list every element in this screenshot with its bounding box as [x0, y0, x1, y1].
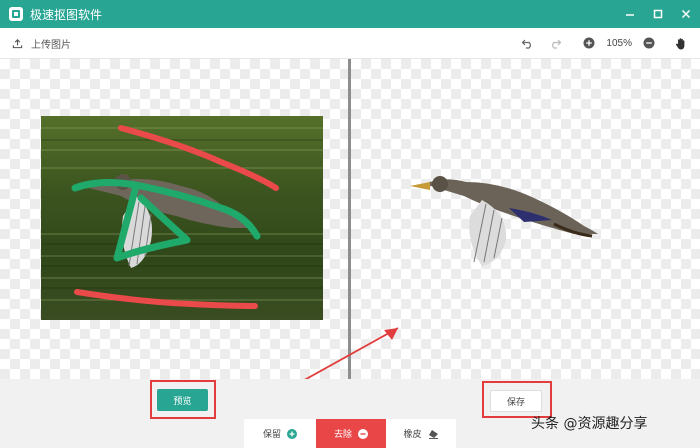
mode-eraser-label: 橡皮: [403, 429, 422, 439]
watermark: 头条 @资源趣分享: [531, 416, 648, 432]
app-title: 极速抠图软件: [30, 7, 103, 22]
mode-remove[interactable]: 去除: [316, 419, 386, 448]
maximize-icon: [653, 9, 663, 19]
redo-button[interactable]: [546, 34, 564, 52]
preview-button[interactable]: 预览: [157, 389, 208, 411]
minus-icon: [358, 428, 368, 439]
upload-image-button[interactable]: 上传图片: [12, 36, 71, 51]
hand-tool-button[interactable]: [672, 34, 690, 52]
zoom-in-button[interactable]: [580, 34, 598, 52]
save-button[interactable]: 保存: [490, 390, 542, 412]
close-icon: [681, 9, 691, 19]
minimize-icon: [626, 14, 634, 16]
zoom-out-button[interactable]: [640, 34, 658, 52]
mode-keep-label: 保留: [262, 429, 281, 439]
mode-keep[interactable]: 保留: [244, 419, 316, 448]
eraser-icon: [428, 429, 438, 439]
upload-label: 上传图片: [31, 39, 71, 51]
zoom-out-icon: [643, 37, 655, 49]
upload-icon: [12, 38, 23, 48]
undo-button[interactable]: [518, 34, 536, 52]
plus-icon: [287, 428, 297, 439]
source-photo[interactable]: [41, 116, 323, 320]
maximize-button[interactable]: [644, 0, 672, 28]
close-button[interactable]: [672, 0, 700, 28]
zoom-in-icon: [583, 37, 595, 49]
title-bar: 极速抠图软件: [0, 0, 700, 28]
minimize-button[interactable]: [616, 0, 644, 28]
toolbar: 上传图片 105%: [0, 28, 700, 59]
mode-remove-label: 去除: [333, 429, 352, 439]
brush-mode-selector: 保留 去除 橡皮: [244, 419, 456, 448]
app-logo: [9, 7, 23, 21]
zoom-level: 105%: [606, 37, 632, 49]
redo-icon: [552, 39, 562, 49]
hand-icon: [675, 37, 685, 49]
mode-eraser[interactable]: 橡皮: [386, 419, 456, 448]
undo-icon: [521, 39, 531, 49]
cutout-duck-image: [410, 176, 598, 266]
